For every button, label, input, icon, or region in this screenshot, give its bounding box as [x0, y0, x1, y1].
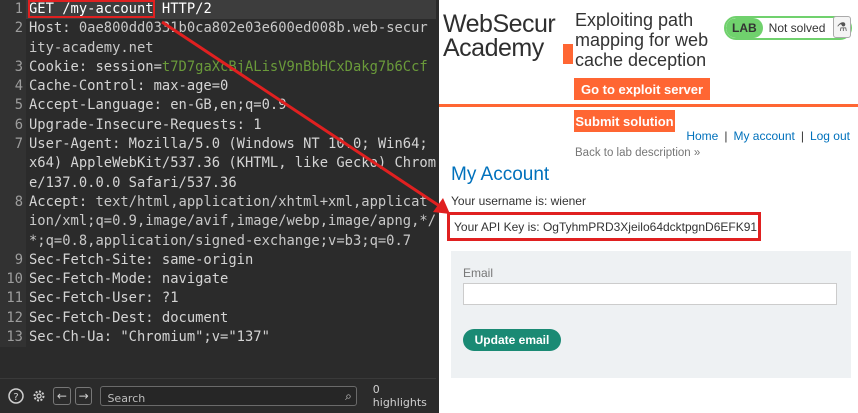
- request-line[interactable]: 10 Sec-Fetch-Mode: navigate: [0, 270, 436, 290]
- highlights-count: 0 highlights: [372, 383, 427, 409]
- search-input[interactable]: [101, 389, 356, 408]
- request-line[interactable]: 5 Accept-Language: en-GB,en;q=0.9: [0, 96, 436, 116]
- line-segment: Accept:: [29, 193, 88, 210]
- line-text: GET /my-account HTTP/2: [26, 0, 436, 19]
- request-line[interactable]: 9 Sec-Fetch-Site: same-origin: [0, 250, 436, 271]
- arrow-right-icon[interactable]: →: [74, 387, 93, 405]
- logo-line-2: Academy: [443, 34, 544, 62]
- line-number: 8: [0, 192, 26, 251]
- nav-separator: |: [724, 129, 728, 143]
- line-number: 11: [0, 289, 26, 309]
- nav-separator: |: [800, 129, 804, 143]
- search-icon[interactable]: ⌕: [345, 389, 352, 404]
- logo-mark-icon: [563, 44, 573, 64]
- page-title: My Account: [451, 164, 550, 185]
- arrow-left-icon[interactable]: ←: [53, 387, 71, 405]
- nav-logout-link[interactable]: Log out: [810, 129, 850, 143]
- top-nav: Home | My account | Log out: [686, 129, 850, 143]
- line-segment: Cache-Control: max-age=0: [29, 78, 229, 95]
- line-segment: Upgrade-Insecure-Requests: 1: [29, 116, 262, 133]
- line-segment: Sec-Fetch-User: ?1: [29, 290, 179, 307]
- request-line[interactable]: 13 Sec-Ch-Ua: "Chromium";v="137": [0, 328, 436, 348]
- exploit-server-button[interactable]: Go to exploit server: [574, 78, 710, 100]
- line-number: 9: [0, 250, 26, 271]
- line-number: 3: [0, 57, 26, 78]
- header-divider: [439, 104, 858, 107]
- api-key-text: Your API Key is: OgTyhmPRD3Xjeilo64dcktp…: [447, 212, 761, 241]
- line-text: Sec-Fetch-Site: same-origin: [26, 251, 436, 270]
- line-number: 12: [0, 308, 26, 329]
- line-segment: Sec-Fetch-Site: same-origin: [29, 251, 254, 268]
- update-email-button[interactable]: Update email: [463, 329, 561, 351]
- line-segment: t7D7gaXcBjALisV9nBbHCxDakg7b6Ccf: [161, 58, 428, 75]
- request-code[interactable]: 1 GET /my-account HTTP/2 2 Host: 0ae800dd03…: [0, 0, 436, 372]
- gear-icon[interactable]: [30, 386, 50, 406]
- lab-status: Not solved: [768, 21, 826, 35]
- line-text: Upgrade-Insecure-Requests: 1: [26, 116, 436, 135]
- line-text: Cookie: session=t7D7gaXcBjALisV9nBbHCxDa…: [26, 58, 436, 77]
- highlighted-request-path: GET /my-account: [28, 0, 155, 18]
- academy-logo[interactable]: WebSecur Academy: [443, 12, 583, 62]
- line-segment: Accept-Language: en-GB,en;q=0.9: [29, 97, 287, 114]
- flask-icon: ⚗: [833, 16, 851, 38]
- submit-solution-button[interactable]: Submit solution: [574, 110, 675, 132]
- username-text: Your username is: wiener: [451, 194, 586, 208]
- request-line[interactable]: 4 Cache-Control: max-age=0: [0, 77, 436, 97]
- request-line[interactable]: 2 Host: 0ae800dd0331b0ca802e03e600ed008b.…: [0, 19, 436, 58]
- editor-toolbar: ? ← → ⌕ 0 highlights: [0, 378, 436, 413]
- request-line[interactable]: 11 Sec-Fetch-User: ?1: [0, 289, 436, 309]
- request-line[interactable]: 6 Upgrade-Insecure-Requests: 1: [0, 115, 436, 136]
- line-number: 4: [0, 77, 26, 97]
- line-segment: Cookie: session=: [29, 58, 162, 75]
- line-segment: Sec-Fetch-Dest: document: [29, 309, 229, 326]
- line-text: Cache-Control: max-age=0: [26, 77, 436, 96]
- line-number: 5: [0, 96, 26, 116]
- search-box: ⌕: [100, 386, 357, 408]
- request-line[interactable]: 7 User-Agent: Mozilla/5.0 (Windows NT 10.…: [0, 135, 436, 193]
- line-segment: Sec-Fetch-Mode: navigate: [29, 271, 229, 288]
- line-number: 2: [0, 19, 26, 58]
- update-email-form: Email Update email: [451, 251, 851, 378]
- line-segment: User-Agent: Mozilla/5.0 (Windows NT 10.0…: [29, 136, 436, 191]
- back-to-lab-link[interactable]: Back to lab description »: [575, 147, 700, 159]
- line-text: User-Agent: Mozilla/5.0 (Windows NT 10.0…: [26, 135, 436, 193]
- chevron-right-icon: »: [693, 147, 701, 159]
- line-text: Sec-Fetch-User: ?1: [26, 289, 436, 308]
- nav-home-link[interactable]: Home: [686, 129, 718, 143]
- line-number: 7: [0, 135, 26, 193]
- back-link-label: Back to lab description: [575, 147, 691, 159]
- nav-my-account-link[interactable]: My account: [733, 129, 794, 143]
- email-input[interactable]: [463, 283, 837, 305]
- line-segment: 0ae800dd0331b0ca802e03e600ed008b.web-sec…: [29, 20, 428, 56]
- request-line[interactable]: 3 Cookie: session=t7D7gaXcBjALisV9nBbHCxD…: [0, 57, 436, 78]
- line-text: Sec-Fetch-Mode: navigate: [26, 270, 436, 289]
- request-editor[interactable]: 1 GET /my-account HTTP/2 2 Host: 0ae800dd03…: [0, 0, 436, 413]
- line-text: Sec-Fetch-Dest: document: [26, 309, 436, 328]
- lab-tag: LAB: [726, 18, 763, 38]
- request-line[interactable]: 8 Accept: text/html,application/xhtml+xml…: [0, 192, 436, 251]
- line-segment: Host:: [29, 20, 71, 37]
- request-line[interactable]: 12 Sec-Fetch-Dest: document: [0, 308, 436, 329]
- line-segment: text/html,application/xhtml+xml,applicat…: [29, 193, 436, 249]
- line-number: 13: [0, 328, 26, 348]
- browser-page: WebSecur Academy Exploiting path mapping…: [439, 0, 858, 413]
- request-line[interactable]: 1 GET /my-account HTTP/2: [0, 0, 436, 20]
- line-segment: Sec-Ch-Ua: "Chromium";v="137": [29, 329, 270, 346]
- lab-title: Exploiting path mapping for web cache de…: [575, 10, 709, 70]
- line-text: Host: 0ae800dd0331b0ca802e03e600ed008b.w…: [26, 19, 436, 58]
- line-number: 6: [0, 115, 26, 136]
- line-number: 10: [0, 270, 26, 290]
- email-label: Email: [463, 266, 494, 280]
- line-number: 1: [0, 0, 26, 20]
- line-text: Accept-Language: en-GB,en;q=0.9: [26, 96, 436, 115]
- line-segment: HTTP/2: [153, 1, 212, 17]
- line-text: Sec-Ch-Ua: "Chromium";v="137": [26, 328, 436, 347]
- svg-text:?: ?: [13, 392, 18, 403]
- question-circle-icon[interactable]: ?: [6, 386, 26, 406]
- line-text: Accept: text/html,application/xhtml+xml,…: [26, 193, 436, 251]
